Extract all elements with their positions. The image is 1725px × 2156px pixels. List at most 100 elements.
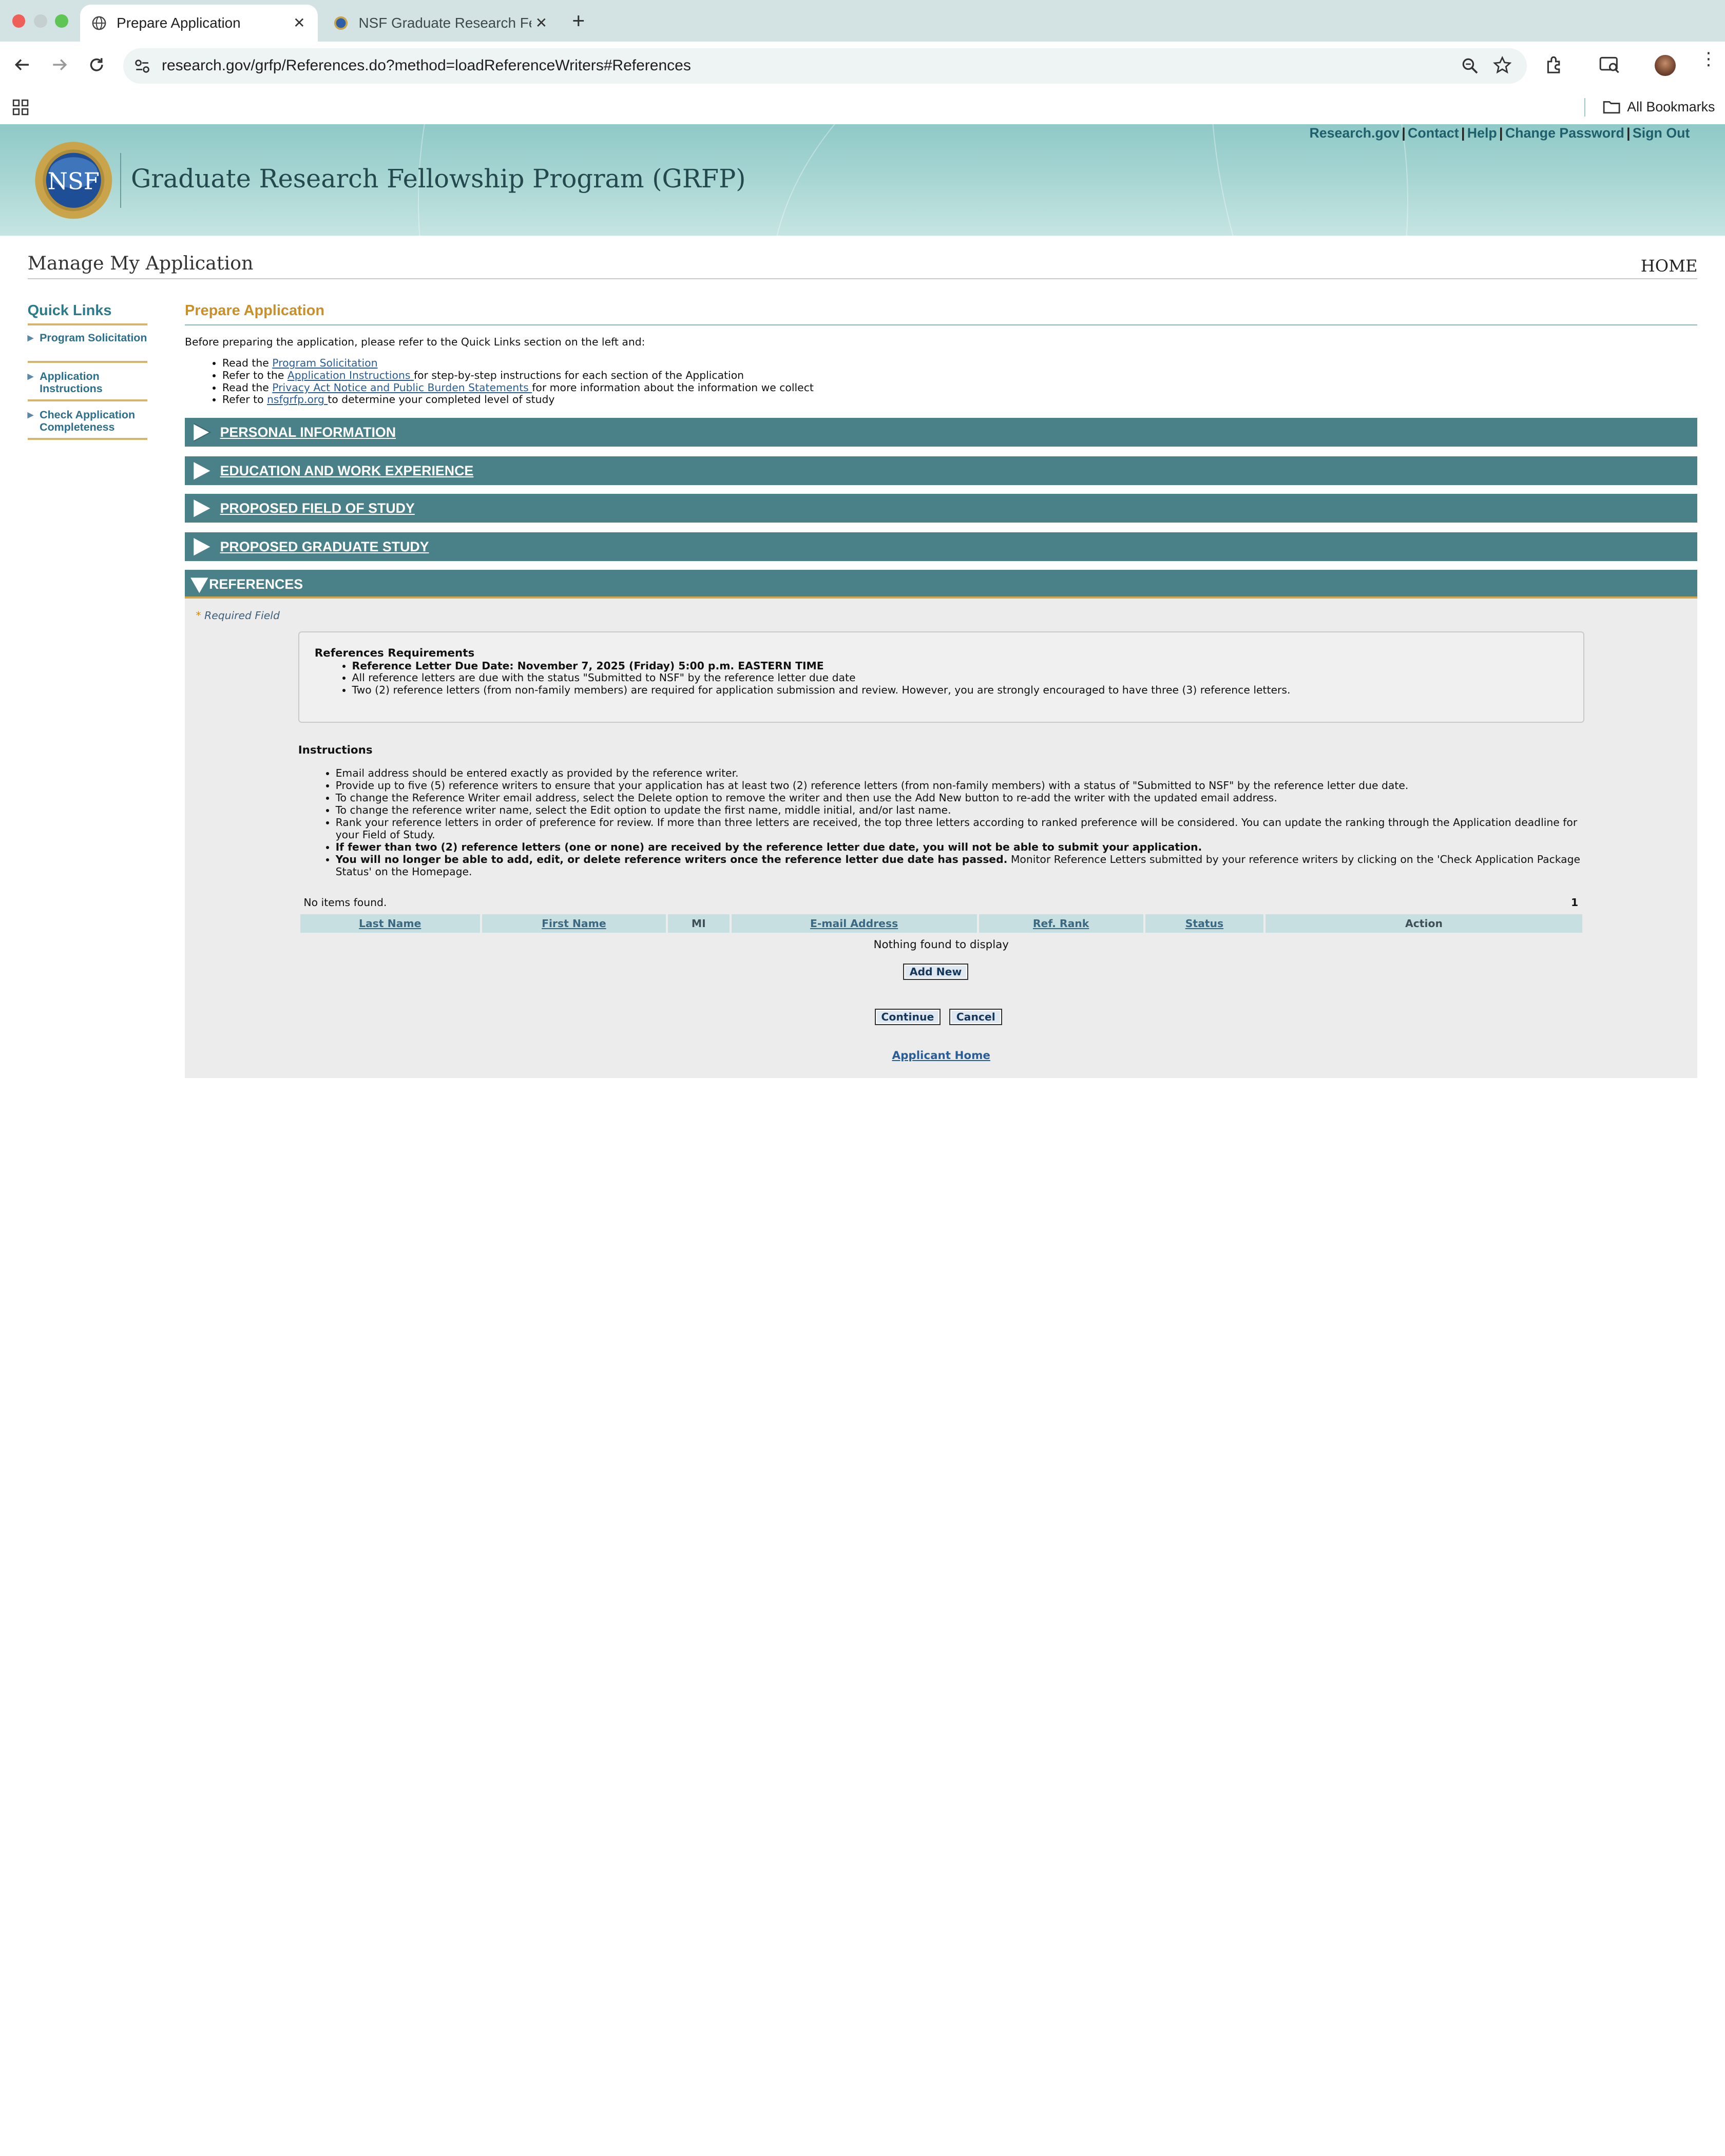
instruction-item: Email address should be entered exactly … (336, 767, 1585, 779)
continue-button[interactable]: Continue (874, 1008, 941, 1026)
intro-item: Read the Privacy Act Notice and Public B… (222, 381, 814, 394)
intro-item: Refer to nsfgrfp.org to determine your c… (222, 393, 814, 406)
expand-arrow-icon (193, 423, 212, 442)
main-title: Prepare Application (185, 302, 324, 319)
nsf-logo[interactable]: NSF (33, 140, 114, 221)
quick-link-label: Program Solicitation (40, 332, 147, 344)
tab-nsf-grfp[interactable]: NSF Graduate Research Fello ✕ (322, 5, 560, 42)
site-title: Graduate Research Fellowship Program (GR… (130, 164, 746, 194)
quick-links-title: Quick Links (27, 302, 112, 319)
apps-grid-icon[interactable] (12, 99, 29, 116)
section-label: EDUCATION AND WORK EXPERIENCE (220, 463, 474, 479)
browser-toolbar: research.gov/grfp/References.do?method=l… (0, 42, 1725, 90)
quick-links-rule (27, 437, 148, 440)
bookmarks-bar: All Bookmarks (0, 90, 1725, 125)
column-last-name[interactable]: Last Name (300, 914, 480, 933)
intro-item: Read the Program Solicitation (222, 357, 814, 370)
quick-links-rule (27, 360, 148, 363)
required-field-note: * Required Field (196, 609, 280, 622)
references-requirements-box: References Requirements Reference Letter… (298, 631, 1584, 723)
section-personal-information[interactable]: PERSONAL INFORMATION (185, 418, 1698, 447)
requirement-item: All reference letters are due with the s… (352, 671, 1291, 684)
instruction-item: You will no longer be able to add, edit,… (336, 853, 1585, 878)
add-new-button[interactable]: Add New (903, 964, 968, 980)
maximize-window-button[interactable] (55, 14, 68, 28)
intro-text: Before preparing the application, please… (185, 335, 645, 348)
page-number[interactable]: 1 (1571, 896, 1578, 909)
close-window-button[interactable] (12, 14, 26, 28)
nsfgrfp-link[interactable]: nsfgrfp.org (267, 393, 328, 406)
main-title-rule (185, 324, 1698, 326)
quick-link-label: Application Instructions (40, 370, 103, 395)
references-panel: * Required Field References Requirements… (185, 598, 1698, 1078)
section-references[interactable]: REFERENCES (185, 569, 1698, 599)
research-gov-link[interactable]: Research.gov (1309, 125, 1400, 141)
forward-icon[interactable] (47, 53, 71, 77)
profile-avatar[interactable] (1654, 55, 1676, 76)
extensions-icon[interactable] (1545, 55, 1565, 75)
bullet-arrow-icon: ▶ (27, 372, 34, 381)
intro-item: Refer to the Application Instructions fo… (222, 369, 814, 382)
home-link[interactable]: HOME (1641, 256, 1698, 276)
tab-bar: Prepare Application ✕ NSF Graduate Resea… (0, 0, 1725, 42)
top-links: Research.gov | Contact | Help | Change Passwor… (1309, 125, 1690, 141)
nsf-logo-text: NSF (48, 168, 100, 195)
section-label: PROPOSED FIELD OF STUDY (220, 500, 415, 516)
instruction-item: Rank your reference letters in order of … (336, 816, 1585, 841)
instruction-item: If fewer than two (2) reference letters … (336, 841, 1585, 853)
tab-title: NSF Graduate Research Fello (358, 14, 531, 31)
privacy-act-link[interactable]: Privacy Act Notice and Public Burden Sta… (272, 381, 532, 394)
section-graduate-study[interactable]: PROPOSED GRADUATE STUDY (185, 532, 1698, 561)
close-tab-icon[interactable]: ✕ (531, 14, 551, 31)
header-divider (27, 278, 1698, 280)
bookmark-star-icon[interactable] (1492, 56, 1512, 74)
reference-writers-table: Last Name First Name MI E-mail Address R… (298, 914, 1584, 933)
quick-link-check-completeness[interactable]: ▶ Check Application Completeness (28, 409, 148, 433)
section-label: PROPOSED GRADUATE STUDY (220, 538, 429, 554)
instruction-item: To change the Reference Writer email add… (336, 792, 1585, 804)
address-bar[interactable]: research.gov/grfp/References.do?method=l… (123, 48, 1527, 84)
sign-out-link[interactable]: Sign Out (1633, 125, 1690, 141)
column-first-name[interactable]: First Name (482, 914, 666, 933)
tab-title: Prepare Application (117, 14, 241, 31)
bookmarks-divider (1584, 98, 1585, 117)
column-email[interactable]: E-mail Address (731, 914, 977, 933)
new-tab-button[interactable]: + (572, 9, 585, 34)
zoom-icon[interactable] (1461, 57, 1479, 74)
change-password-link[interactable]: Change Password (1505, 125, 1624, 141)
program-solicitation-link[interactable]: Program Solicitation (272, 357, 377, 369)
quick-link-application-instructions[interactable]: ▶ Application Instructions (27, 370, 148, 395)
section-label: PERSONAL INFORMATION (220, 425, 396, 440)
applicant-home-link[interactable]: Applicant Home (185, 1049, 1697, 1062)
bullet-arrow-icon: ▶ (27, 411, 34, 420)
quick-links-rule (27, 323, 148, 326)
banner-divider (120, 152, 121, 208)
column-ref-rank[interactable]: Ref. Rank (979, 914, 1143, 933)
back-icon[interactable] (10, 53, 34, 77)
nsf-favicon-icon (334, 16, 348, 30)
expand-arrow-icon (194, 499, 210, 517)
requirements-list: Reference Letter Due Date: November 7, 2… (352, 660, 1291, 697)
section-field-of-study[interactable]: PROPOSED FIELD OF STUDY (185, 494, 1698, 523)
cancel-button[interactable]: Cancel (949, 1008, 1003, 1026)
quick-link-program-solicitation[interactable]: ▶ Program Solicitation (28, 332, 148, 344)
instruction-item: Provide up to five (5) reference writers… (336, 779, 1585, 792)
minimize-window-button[interactable] (34, 14, 48, 28)
url-text: research.gov/grfp/References.do?method=l… (162, 57, 691, 74)
all-bookmarks-link[interactable]: All Bookmarks (1627, 99, 1715, 115)
application-instructions-link[interactable]: Application Instructions (288, 369, 414, 381)
expand-arrow-icon (194, 461, 210, 480)
reload-icon[interactable] (85, 53, 109, 77)
contact-link[interactable]: Contact (1408, 125, 1459, 141)
site-settings-icon[interactable] (134, 59, 150, 74)
section-education[interactable]: EDUCATION AND WORK EXPERIENCE (185, 456, 1698, 485)
instruction-item: To change the reference writer name, sel… (336, 804, 1585, 816)
close-tab-icon[interactable]: ✕ (290, 14, 310, 31)
table-header-row: Last Name First Name MI E-mail Address R… (300, 914, 1582, 933)
browser-menu-icon[interactable]: ⋮ (1700, 50, 1717, 68)
tab-search-icon[interactable] (1599, 55, 1621, 75)
help-link[interactable]: Help (1467, 125, 1497, 141)
no-items-text: No items found. (303, 896, 387, 909)
column-status[interactable]: Status (1145, 914, 1264, 933)
tab-prepare-application[interactable]: Prepare Application ✕ (80, 4, 318, 42)
